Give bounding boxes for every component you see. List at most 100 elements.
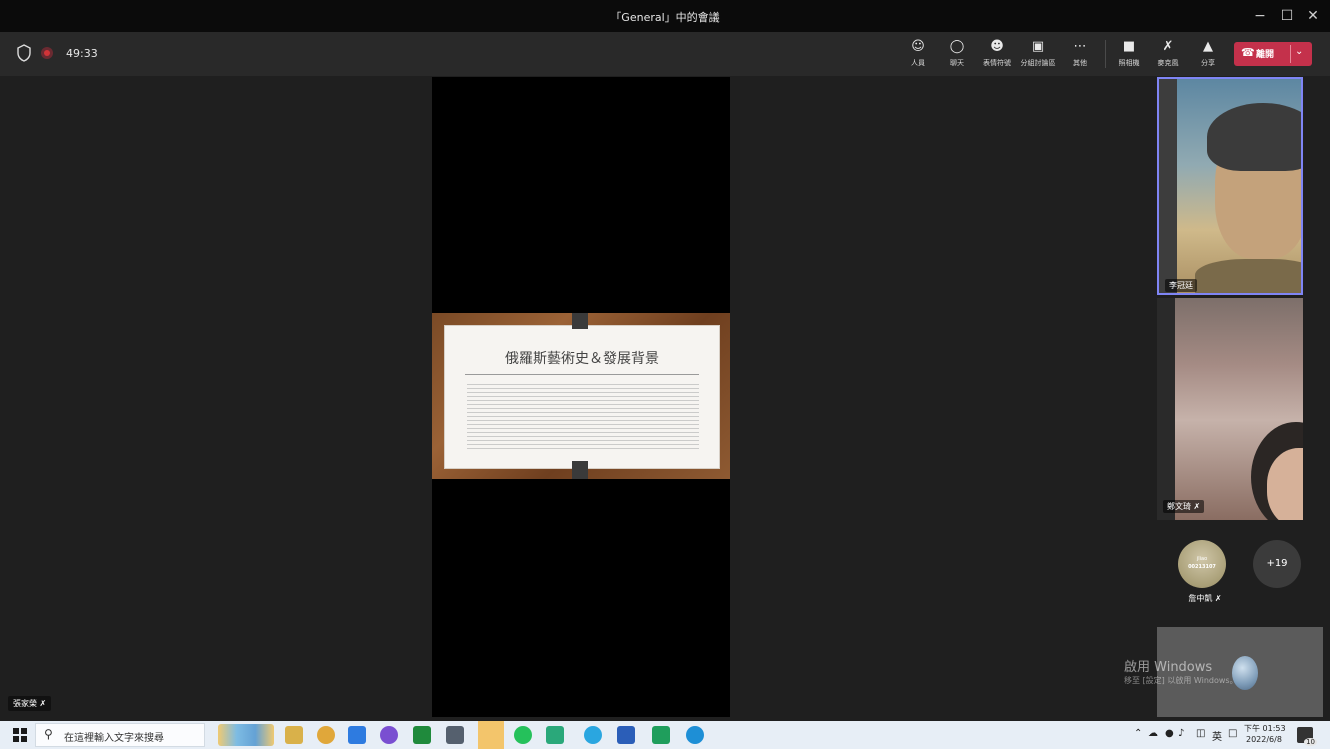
- windows-activation-title: 啟用 Windows: [1124, 660, 1213, 675]
- ime-mode-icon[interactable]: □: [1228, 728, 1237, 739]
- shield-icon: [17, 44, 31, 62]
- emoji-icon: ☻: [990, 39, 1004, 54]
- microphone-label: 麥克風: [1157, 59, 1179, 67]
- slide-divider: [465, 374, 699, 375]
- breakout-rooms-label: 分組討論區: [1020, 59, 1056, 67]
- meeting-timer: 49:33: [66, 47, 98, 60]
- camera-label: 照相機: [1118, 59, 1140, 67]
- microphone-tray-icon[interactable]: ●: [1165, 728, 1174, 739]
- leave-label: 離開: [1256, 50, 1275, 60]
- windows-start-icon[interactable]: [13, 728, 27, 742]
- wechat-icon[interactable]: [652, 726, 670, 744]
- recording-icon: [41, 47, 53, 59]
- people-icon: ☺: [911, 39, 925, 54]
- leave-button[interactable]: ☎ 離開 ⌄: [1234, 42, 1312, 66]
- notification-center-icon[interactable]: 10: [1297, 727, 1317, 746]
- avatar-name: 詹中凱: [1188, 594, 1213, 603]
- participant-name: 李冠廷: [1165, 279, 1197, 292]
- camera-off-icon: ■: [1122, 39, 1136, 54]
- search-placeholder: 在這裡輸入文字來搜尋: [64, 733, 164, 744]
- emoji-label: 表情符號: [983, 59, 1011, 67]
- avatar-name-row: 詹中凱 ✗: [1165, 593, 1245, 604]
- edge-icon[interactable]: [686, 726, 704, 744]
- telegram-icon[interactable]: [584, 726, 602, 744]
- mic-muted-icon: ✗: [1193, 502, 1201, 511]
- participant-name: 鄭文琦: [1167, 502, 1191, 511]
- slide-paper: 俄羅斯藝術史＆發展背景: [444, 325, 720, 469]
- volume-icon[interactable]: ♪: [1178, 728, 1184, 739]
- cloud-icon[interactable]: ☁: [1148, 728, 1158, 739]
- taskbar-search-box[interactable]: ⚲ 在這裡輸入文字來搜尋: [35, 723, 205, 747]
- file-explorer-icon[interactable]: [285, 726, 303, 744]
- share-button[interactable]: ▲ 分享: [1188, 38, 1228, 72]
- participant-video-tile[interactable]: 李冠廷: [1157, 77, 1303, 295]
- binder-clip-bottom: [572, 461, 588, 479]
- title-bar: 「General」中的會議 − ☐ ✕: [0, 0, 1330, 32]
- video-person-shirt: [1195, 259, 1301, 293]
- self-name-tag: 張家榮 ✗: [8, 696, 52, 711]
- zoom-icon[interactable]: [348, 726, 366, 744]
- maximize-button[interactable]: ☐: [1277, 6, 1297, 26]
- binder-clip-top: [572, 313, 588, 329]
- microphone-button[interactable]: ✗ 麥克風: [1148, 38, 1188, 72]
- chat-icon: ◯: [949, 39, 965, 54]
- self-name: 張家榮: [13, 699, 37, 708]
- slide-title: 俄羅斯藝術史＆發展背景: [505, 351, 659, 367]
- clock-time[interactable]: 下午 01:53: [1244, 723, 1286, 734]
- network-icon[interactable]: ◫: [1196, 728, 1205, 739]
- emoji-button[interactable]: ☻ 表情符號: [977, 38, 1017, 72]
- avatar[interactable]: jliao 00213107: [1178, 540, 1226, 588]
- participant-name-row: 鄭文琦 ✗: [1163, 500, 1205, 513]
- word-icon[interactable]: [617, 726, 635, 744]
- calculator-icon[interactable]: [446, 726, 464, 744]
- breakout-rooms-button[interactable]: ▣ 分組討論區: [1018, 38, 1058, 72]
- video-feed: [1175, 298, 1303, 520]
- chat-button[interactable]: ◯ 聊天: [937, 38, 977, 72]
- window-title: 「General」中的會議: [610, 11, 720, 24]
- breakout-rooms-icon: ▣: [1031, 39, 1045, 54]
- chat-label: 聊天: [950, 59, 964, 67]
- participant-avatar-row: jliao 00213107 詹中凱 ✗ +19: [1157, 528, 1323, 618]
- slide-frame: 俄羅斯藝術史＆發展背景: [432, 313, 730, 479]
- video-person-hair: [1207, 103, 1301, 171]
- self-avatar: [1232, 656, 1258, 690]
- participant-video-tile[interactable]: 鄭文琦 ✗: [1157, 298, 1303, 520]
- minimize-button[interactable]: −: [1250, 6, 1270, 26]
- mic-muted-icon: ✗: [1214, 594, 1222, 603]
- people-button[interactable]: ☺ 人員: [898, 38, 938, 72]
- whatsapp-icon[interactable]: [514, 726, 532, 744]
- mic-muted-icon: ✗: [39, 699, 47, 708]
- video-feed: [1177, 79, 1301, 293]
- avatar-text-line1: jliao: [1196, 556, 1208, 562]
- line-icon[interactable]: [413, 726, 431, 744]
- more-participants-button[interactable]: +19: [1253, 540, 1301, 588]
- hang-up-icon: ☎: [1241, 46, 1255, 59]
- leave-divider: [1290, 45, 1291, 63]
- people-label: 人員: [911, 59, 925, 67]
- meeting-toolbar: 49:33 ☺ 人員 ◯ 聊天 ☻ 表情符號 ▣ 分組討論區 ⋯ 其他 ■ 照相…: [0, 32, 1330, 76]
- windows-activation-subtitle: 移至 [設定] 以啟用 Windows。: [1124, 676, 1238, 685]
- chevron-up-icon[interactable]: ⌃: [1134, 728, 1142, 739]
- chevron-down-icon[interactable]: ⌄: [1295, 46, 1303, 57]
- viber-icon[interactable]: [380, 726, 398, 744]
- search-icon: ⚲: [44, 727, 53, 741]
- taskbar: ⚲ 在這裡輸入文字來搜尋 ⌃ ☁ ● ♪ ◫ 英 □ 下午 01:53 2022…: [0, 721, 1330, 749]
- excel-sync-icon[interactable]: [546, 726, 564, 744]
- clock-date[interactable]: 2022/6/8: [1246, 735, 1282, 744]
- shared-screen: 俄羅斯藝術史＆發展背景: [432, 77, 730, 717]
- input-language[interactable]: 英: [1212, 728, 1222, 743]
- mic-off-icon: ✗: [1162, 39, 1174, 54]
- close-button[interactable]: ✕: [1303, 6, 1323, 26]
- news-widget-icon[interactable]: [218, 724, 274, 746]
- more-button[interactable]: ⋯ 其他: [1060, 38, 1100, 72]
- more-icon: ⋯: [1073, 39, 1087, 54]
- chrome-icon[interactable]: [317, 726, 335, 744]
- share-label: 分享: [1201, 59, 1215, 67]
- toolbar-divider: [1105, 40, 1106, 68]
- more-label: 其他: [1073, 59, 1087, 67]
- slide-body-text: [467, 382, 699, 452]
- notification-count: 10: [1304, 738, 1317, 746]
- camera-button[interactable]: ■ 照相機: [1109, 38, 1149, 72]
- teams-icon[interactable]: [478, 721, 504, 749]
- share-icon: ▲: [1203, 39, 1213, 54]
